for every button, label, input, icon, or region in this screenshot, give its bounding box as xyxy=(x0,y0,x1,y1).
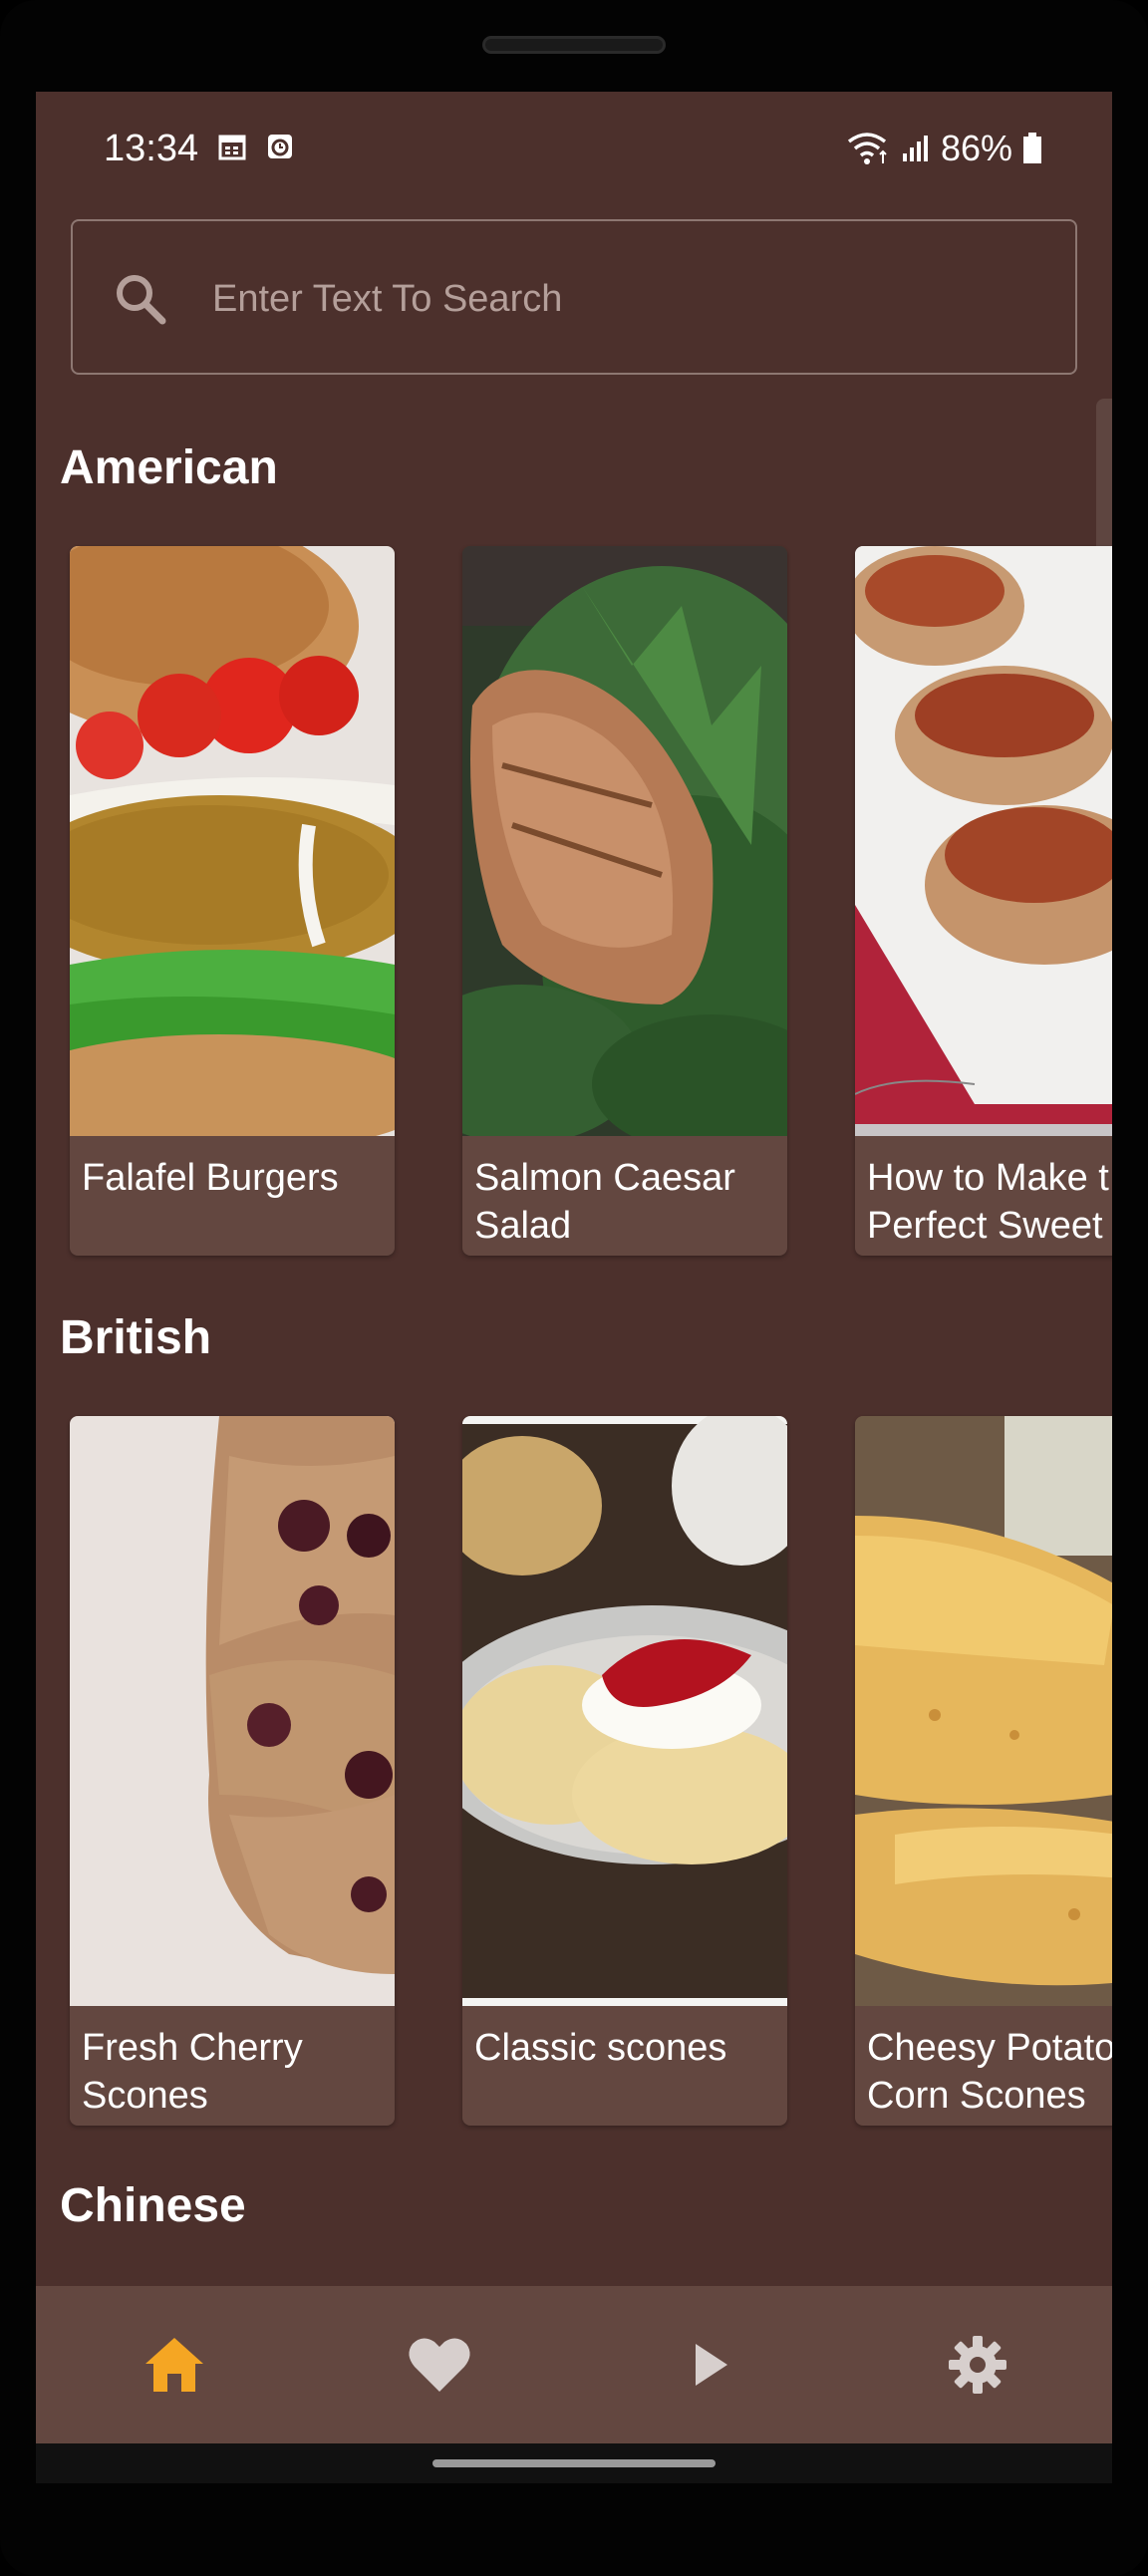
status-time: 13:34 xyxy=(104,128,199,169)
search-icon xyxy=(117,275,166,325)
recipe-image xyxy=(855,546,1112,1136)
recipe-title: Fresh Cherry Scones xyxy=(82,2027,303,2117)
wifi-icon xyxy=(847,133,887,164)
section-title-american: American xyxy=(60,441,278,494)
heart-icon[interactable] xyxy=(405,2330,474,2400)
clock-app-icon xyxy=(268,135,292,158)
signal-icon xyxy=(902,136,928,161)
home-gesture-handle[interactable] xyxy=(432,2459,716,2467)
recipe-image xyxy=(70,546,395,1136)
recipe-card-classic-scones[interactable]: Classic scones xyxy=(462,1416,787,2126)
recipe-card-salmon-caesar-salad[interactable]: Salmon Caesar Salad xyxy=(462,546,787,1256)
battery-percent: 86% xyxy=(940,128,1012,168)
recipe-title: Cheesy Potato Corn Scones xyxy=(867,2027,1112,2117)
search-box[interactable] xyxy=(71,219,1077,375)
recipe-card-falafel-burgers[interactable]: Falafel Burgers xyxy=(70,546,395,1256)
calendar-icon xyxy=(218,135,246,160)
recipe-card-sweet-potatoes[interactable]: How to Make t Perfect Sweet xyxy=(855,546,1112,1256)
recipe-title: How to Make t Perfect Sweet xyxy=(867,1157,1109,1247)
recipe-image xyxy=(462,546,787,1136)
recipe-image xyxy=(462,1416,787,2006)
speaker-grille xyxy=(482,36,666,54)
status-right: 86% xyxy=(847,128,1042,169)
phone-frame: 13:34 86% Enter Text To Search American … xyxy=(0,0,1148,2576)
play-icon[interactable] xyxy=(674,2330,743,2400)
app-screen: 13:34 86% Enter Text To Search American … xyxy=(36,92,1112,2483)
recipe-image xyxy=(855,1416,1112,2006)
recipe-title: Salmon Caesar Salad xyxy=(474,1157,735,1247)
recipe-title: Classic scones xyxy=(474,2027,727,2069)
recipe-image xyxy=(70,1416,395,2006)
search-input[interactable] xyxy=(210,261,1031,337)
section-title-chinese: Chinese xyxy=(60,2179,246,2232)
status-bar: 13:34 86% xyxy=(36,92,1112,211)
battery-icon xyxy=(1023,133,1041,163)
recipe-card-fresh-cherry-scones[interactable]: Fresh Cherry Scones xyxy=(70,1416,395,2126)
gear-icon[interactable] xyxy=(943,2330,1012,2400)
home-icon[interactable] xyxy=(140,2330,209,2400)
recipe-card-cheesy-potato-corn-scones[interactable]: Cheesy Potato Corn Scones xyxy=(855,1416,1112,2126)
recipe-title: Falafel Burgers xyxy=(82,1157,339,1199)
system-home-bar xyxy=(36,2443,1112,2483)
section-title-british: British xyxy=(60,1311,212,1364)
bottom-navigation xyxy=(36,2286,1112,2443)
